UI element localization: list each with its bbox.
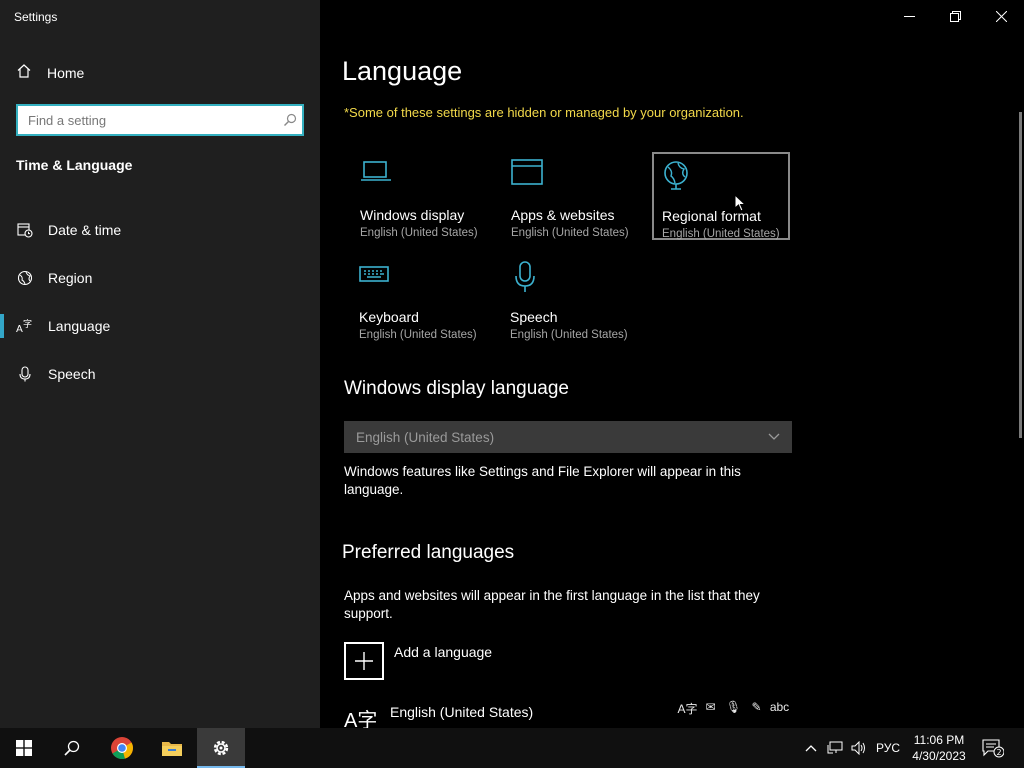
tile-apps-websites[interactable]: Apps & websites English (United States) — [503, 153, 641, 241]
windows-start-icon[interactable] — [0, 728, 48, 768]
tile-windows-display[interactable]: Windows display English (United States) — [352, 153, 490, 241]
settings-gear-icon[interactable] — [197, 728, 245, 768]
network-icon[interactable] — [824, 728, 846, 768]
handwriting-feature-icon: ✎ — [751, 700, 762, 714]
plus-icon — [344, 642, 384, 680]
display-language-heading: Windows display language — [344, 378, 569, 399]
home-label: Home — [47, 65, 85, 81]
sidebar-item-label: Date & time — [48, 222, 122, 238]
tile-title: Speech — [510, 309, 558, 325]
clock-date: 4/30/2023 — [912, 749, 966, 763]
action-center-icon[interactable]: 2 — [978, 728, 1008, 768]
sidebar-item-region[interactable]: Region — [0, 254, 320, 302]
sidebar-item-language[interactable]: A字 Language — [0, 302, 320, 350]
close-button[interactable] — [978, 0, 1024, 32]
tile-title: Apps & websites — [511, 207, 615, 223]
tile-title: Windows display — [360, 207, 465, 223]
sidebar-item-label: Region — [48, 270, 93, 286]
sidebar-item-label: Language — [48, 318, 111, 334]
tile-subtitle: English (United States) — [359, 329, 477, 341]
file-explorer-icon[interactable] — [148, 728, 196, 768]
preferred-languages-heading: Preferred languages — [342, 542, 515, 563]
language-name: English (United States) — [390, 704, 534, 720]
tile-regional-format[interactable]: Regional format English (United States) — [652, 152, 790, 240]
laptop-icon — [360, 159, 482, 193]
sidebar-item-speech[interactable]: Speech — [0, 350, 320, 398]
scrollbar[interactable] — [1019, 112, 1022, 438]
svg-text:A: A — [16, 324, 23, 334]
add-language-button[interactable]: Add a language — [344, 642, 492, 680]
search-icon[interactable] — [48, 728, 96, 768]
spellcheck-feature-icon: abc — [769, 700, 790, 714]
keyboard-icon — [359, 261, 481, 295]
dropdown-value: English (United States) — [356, 429, 495, 445]
tile-title: Regional format — [662, 208, 761, 224]
page-title: Language — [342, 56, 463, 86]
svg-text:字: 字 — [23, 318, 32, 330]
search-icon[interactable] — [278, 113, 302, 127]
section-title: Time & Language — [16, 157, 133, 173]
main-content: Language *Some of these settings are hid… — [320, 0, 1024, 728]
chevron-down-icon — [768, 428, 780, 446]
search-input[interactable] — [18, 106, 278, 134]
tile-keyboard[interactable]: Keyboard English (United States) — [351, 255, 489, 343]
tile-title: Keyboard — [359, 309, 419, 325]
globe-icon — [16, 269, 34, 287]
tile-subtitle: English (United States) — [662, 228, 780, 240]
sidebar: Settings Home Time & Language Date & tim… — [0, 0, 320, 728]
microphone-icon — [510, 261, 632, 295]
calendar-clock-icon — [16, 221, 34, 239]
language-features: A字 ✉ 🎙 ✎ abc — [676, 700, 791, 717]
input-language-indicator[interactable]: РУС — [872, 728, 904, 768]
display-language-dropdown[interactable]: English (United States) — [344, 421, 792, 453]
restore-button[interactable] — [932, 0, 978, 32]
tile-subtitle: English (United States) — [511, 227, 629, 239]
clock-time: 11:06 PM — [913, 733, 965, 747]
managed-notice: *Some of these settings are hidden or ma… — [344, 105, 744, 120]
minimize-button[interactable] — [886, 0, 932, 32]
preferred-languages-description: Apps and websites will appear in the fir… — [344, 588, 760, 621]
mouse-cursor — [734, 193, 747, 217]
volume-icon[interactable] — [848, 728, 870, 768]
taskbar: РУС 11:06 PM 4/30/2023 2 — [0, 728, 1024, 768]
language-icon: A字 — [16, 317, 34, 335]
search-box[interactable] — [16, 104, 304, 136]
language-icon: A字 — [344, 710, 378, 728]
chevron-up-icon[interactable] — [801, 728, 821, 768]
add-language-label: Add a language — [394, 644, 493, 660]
tile-subtitle: English (United States) — [510, 329, 628, 341]
sidebar-item-label: Speech — [48, 366, 96, 382]
taskbar-clock[interactable]: 11:06 PM 4/30/2023 — [906, 732, 972, 764]
language-list-item[interactable]: A字 English (United States) A字 ✉ 🎙 ✎ abc — [344, 700, 789, 728]
browser-window-icon — [511, 159, 633, 193]
tile-speech[interactable]: Speech English (United States) — [502, 255, 640, 343]
microphone-icon — [16, 365, 34, 383]
sidebar-nav: Date & time Region A字 Language Speech — [0, 206, 320, 398]
sidebar-item-date-time[interactable]: Date & time — [0, 206, 320, 254]
notification-count: 2 — [996, 748, 1001, 757]
home-icon — [16, 63, 32, 84]
home-nav-item[interactable]: Home — [16, 62, 84, 84]
globe-icon — [662, 160, 780, 194]
window-controls — [886, 0, 1024, 32]
display-language-description: Windows features like Settings and File … — [344, 464, 741, 497]
display-language-feature-icon: A字 — [677, 702, 698, 716]
chrome-icon[interactable] — [98, 728, 146, 768]
text-to-speech-feature-icon: ✉ — [705, 700, 716, 714]
tile-subtitle: English (United States) — [360, 227, 478, 239]
app-title: Settings — [14, 10, 58, 24]
speech-recognition-feature-icon: 🎙 — [725, 700, 742, 714]
